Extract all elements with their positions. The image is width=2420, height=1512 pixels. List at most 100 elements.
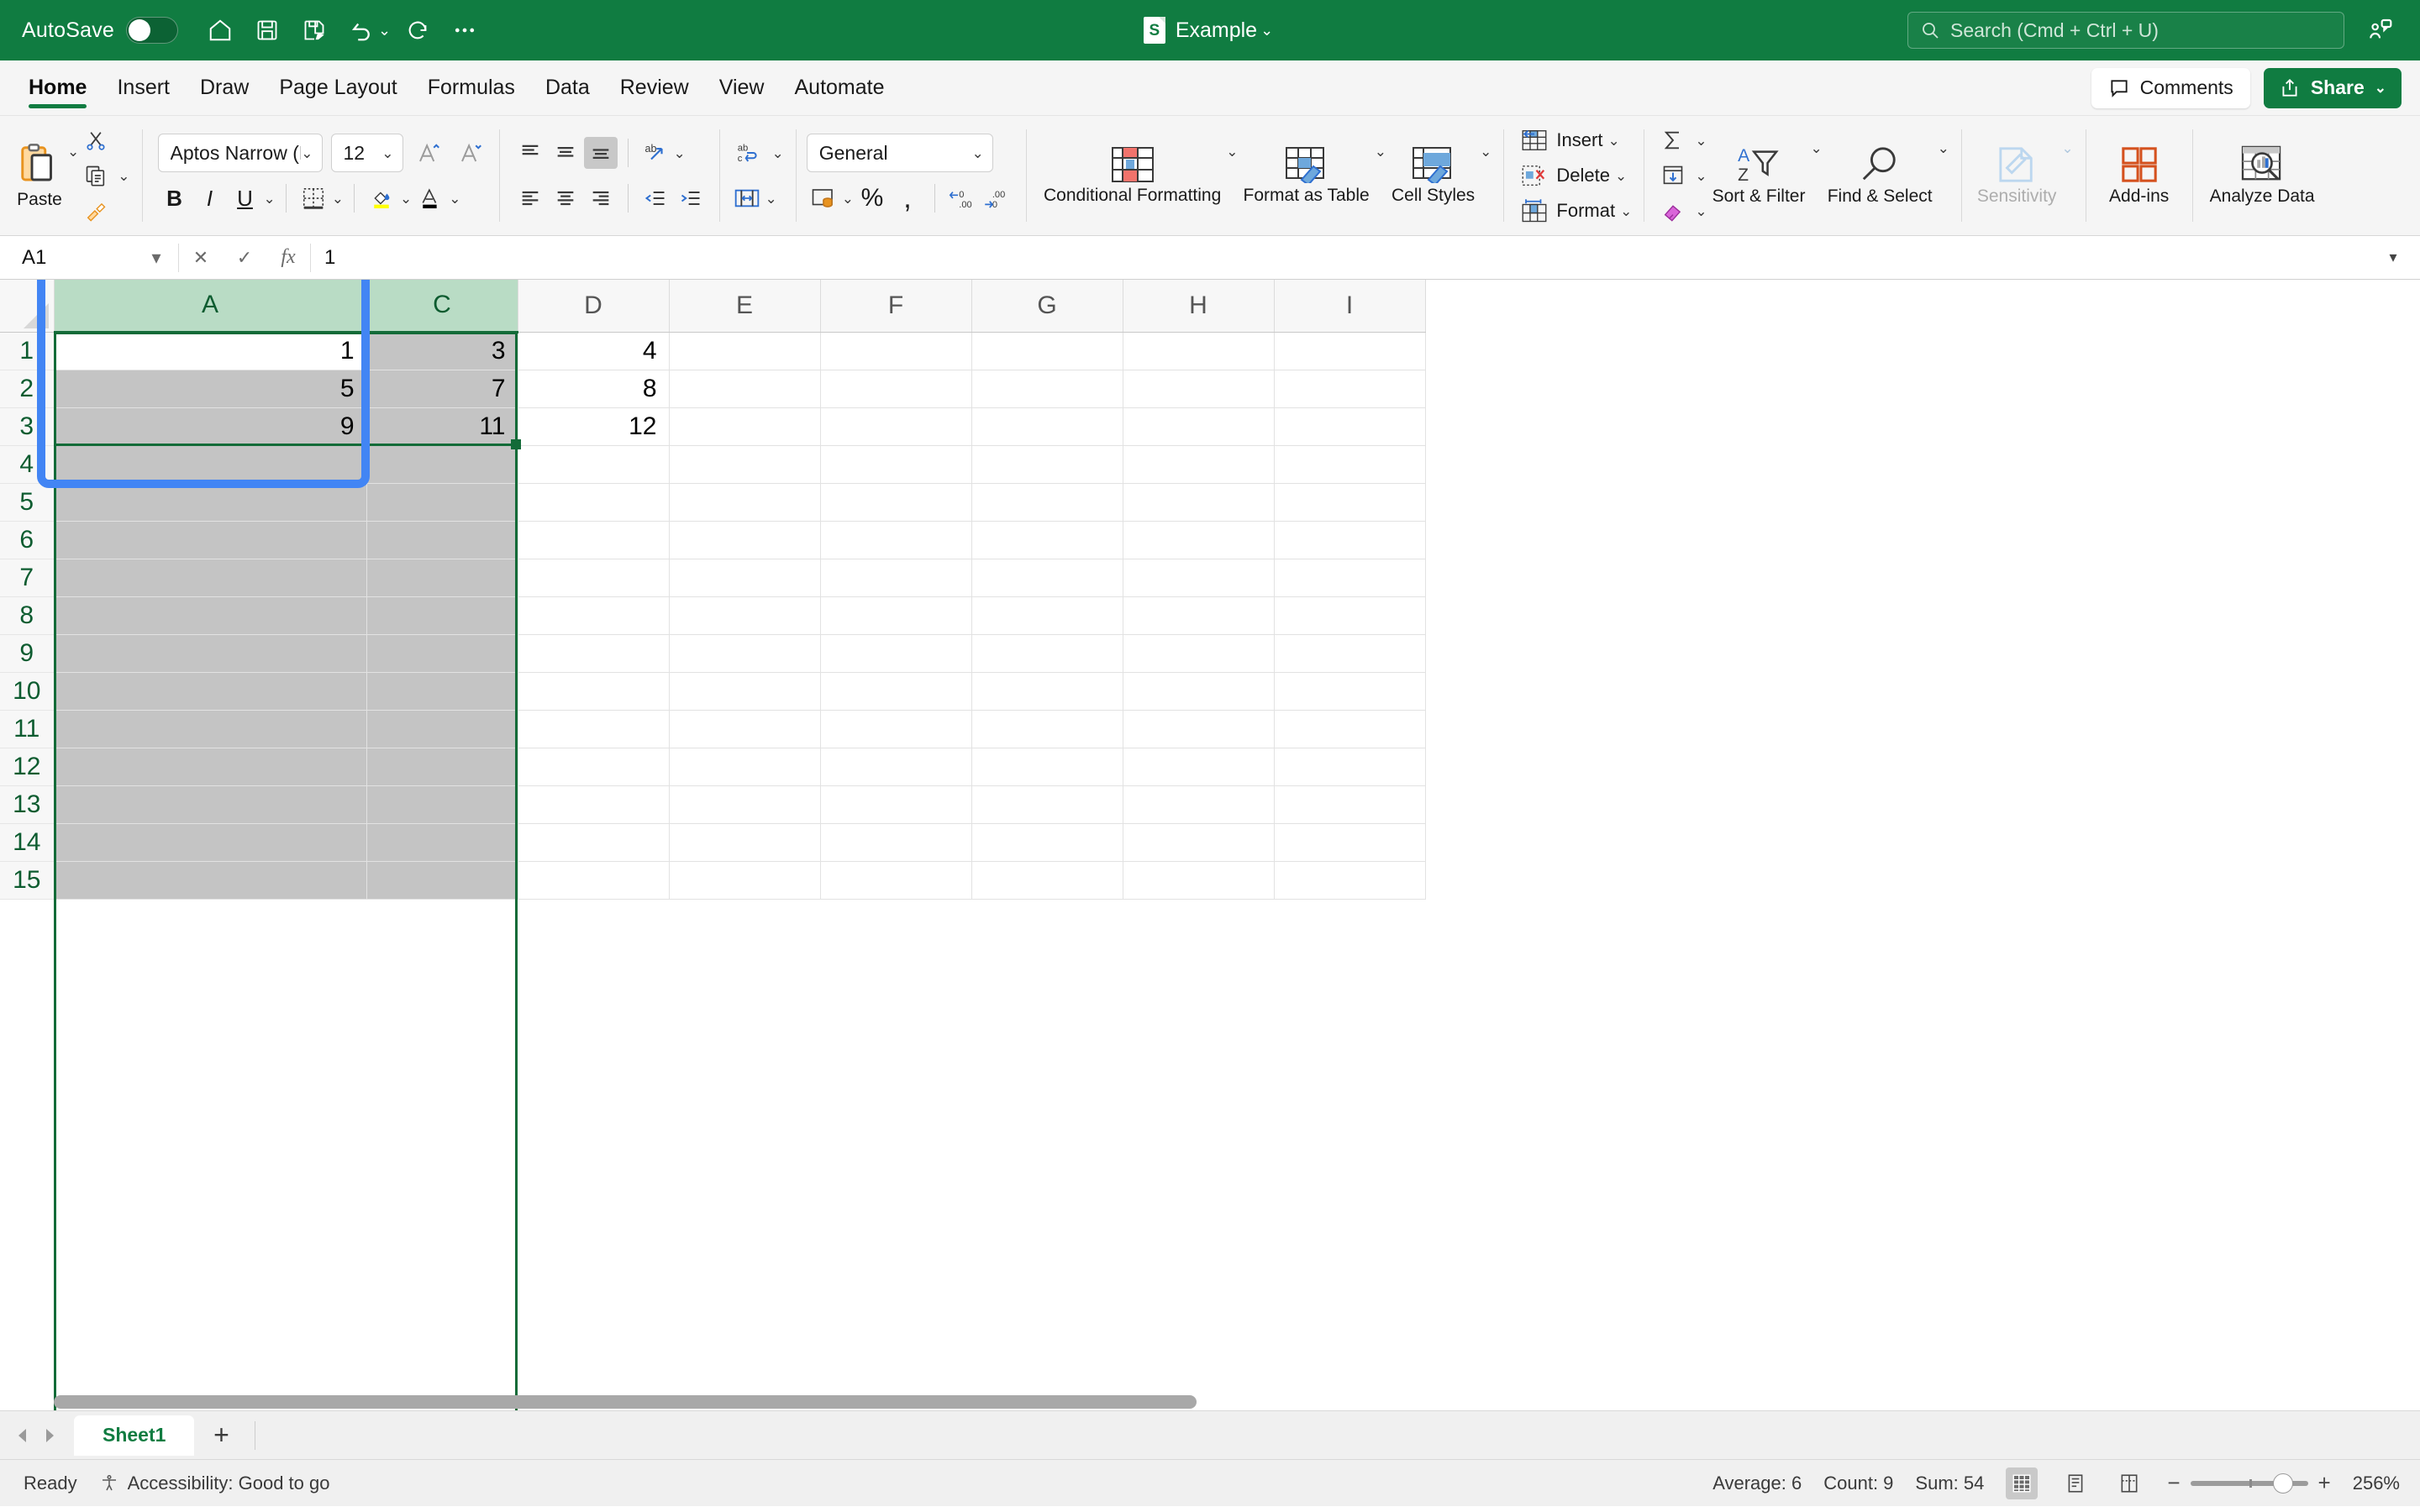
percent-style-button[interactable]: % [855, 181, 889, 215]
grid-cell[interactable] [971, 785, 1123, 824]
delete-cells-chevron-down-icon[interactable]: ⌄ [1615, 169, 1627, 183]
add-ins-button[interactable]: Add-ins [2098, 123, 2181, 228]
row-header-8[interactable]: 8 [0, 596, 55, 635]
row-header-14[interactable]: 14 [0, 823, 55, 862]
autosum-button[interactable]: ⌄ [1656, 124, 1707, 156]
conditional-formatting-chevron-down-icon[interactable]: ⌄ [1226, 144, 1238, 159]
page-layout-view-button[interactable] [2060, 1467, 2091, 1499]
grid-cell[interactable] [1123, 861, 1275, 900]
cell-styles-button[interactable]: Cell Styles [1386, 123, 1480, 228]
grid-cell[interactable] [366, 634, 518, 673]
grid-cell[interactable] [1274, 445, 1426, 484]
format-cells-button[interactable]: Format ⌄ [1518, 195, 1632, 227]
grid-cell[interactable] [366, 596, 518, 635]
grid-cell[interactable] [820, 521, 972, 559]
autosum-chevron-down-icon[interactable]: ⌄ [1695, 134, 1707, 148]
comments-button[interactable]: Comments [2091, 67, 2250, 108]
increase-indent-icon[interactable] [674, 182, 708, 214]
copy-icon[interactable] [79, 160, 113, 192]
tab-data[interactable]: Data [530, 60, 605, 115]
tab-formulas[interactable]: Formulas [413, 60, 530, 115]
font-color-chevron-down-icon[interactable]: ⌄ [449, 192, 460, 206]
align-middle-icon[interactable] [549, 137, 582, 169]
zoom-in-button[interactable]: + [2318, 1470, 2331, 1496]
grid-cell[interactable] [820, 445, 972, 484]
grid-cell[interactable] [1274, 407, 1426, 446]
grid-cell[interactable] [820, 672, 972, 711]
align-right-icon[interactable] [584, 182, 618, 214]
accessibility-status[interactable]: Accessibility: Good to go [99, 1473, 330, 1494]
font-size-chevron-down-icon[interactable]: ⌄ [381, 146, 393, 160]
add-sheet-button[interactable]: + [199, 1415, 243, 1456]
grid-cell[interactable]: 3 [366, 332, 518, 370]
conditional-formatting-button[interactable]: Conditional Formatting [1039, 123, 1226, 228]
grid-cell[interactable] [669, 823, 821, 862]
find-select-button[interactable]: Find & Select [1823, 123, 1938, 228]
sheet-tab-sheet1[interactable]: Sheet1 [74, 1415, 195, 1456]
grid-cell[interactable] [669, 785, 821, 824]
row-header-12[interactable]: 12 [0, 748, 55, 786]
grid-cell[interactable] [54, 672, 367, 711]
grid-cell[interactable] [366, 521, 518, 559]
grid-cell[interactable] [820, 634, 972, 673]
grid-cell[interactable] [518, 748, 670, 786]
italic-button[interactable]: I [193, 181, 227, 215]
tab-insert[interactable]: Insert [102, 60, 185, 115]
grid-cell[interactable] [971, 483, 1123, 522]
grid-cell[interactable] [518, 483, 670, 522]
row-header-5[interactable]: 5 [0, 483, 55, 522]
row-header-2[interactable]: 2 [0, 370, 55, 408]
share-button[interactable]: Share ⌄ [2263, 67, 2402, 108]
grid-cell[interactable]: 8 [518, 370, 670, 408]
grid-cell[interactable]: 4 [518, 332, 670, 370]
grid-cell[interactable] [820, 407, 972, 446]
next-sheet-icon[interactable] [39, 1419, 60, 1452]
column-header-g[interactable]: G [971, 280, 1123, 333]
save-icon[interactable] [244, 7, 291, 54]
grid-cell[interactable] [54, 748, 367, 786]
sensitivity-button[interactable]: Sensitivity [1972, 123, 2062, 228]
sensitivity-chevron-down-icon[interactable]: ⌄ [2061, 141, 2073, 155]
grid-cell[interactable] [518, 521, 670, 559]
grid-cell[interactable]: 1 [54, 332, 367, 370]
select-all-button[interactable] [0, 280, 55, 333]
grid-cell[interactable] [1274, 559, 1426, 597]
name-box[interactable]: A1 [8, 241, 134, 275]
row-header-4[interactable]: 4 [0, 445, 55, 484]
more-options-icon[interactable] [441, 7, 488, 54]
zoom-slider-knob[interactable] [2272, 1473, 2293, 1494]
orientation-chevron-down-icon[interactable]: ⌄ [674, 146, 686, 160]
grid-cell[interactable] [669, 710, 821, 748]
copy-chevron-down-icon[interactable]: ⌄ [118, 169, 129, 183]
align-left-icon[interactable] [513, 182, 547, 214]
grid-cell[interactable] [1123, 559, 1275, 597]
grid-cell[interactable] [1123, 823, 1275, 862]
underline-chevron-down-icon[interactable]: ⌄ [264, 192, 276, 206]
font-name-chevron-down-icon[interactable]: ⌄ [301, 146, 313, 160]
fill-chevron-down-icon[interactable]: ⌄ [1695, 169, 1707, 183]
grid-cell[interactable] [820, 559, 972, 597]
sort-filter-chevron-down-icon[interactable]: ⌄ [1810, 141, 1822, 155]
grid-cell[interactable] [366, 861, 518, 900]
grid-cell[interactable] [1274, 748, 1426, 786]
grid-cell[interactable] [1123, 785, 1275, 824]
grid-cell[interactable] [820, 785, 972, 824]
row-header-3[interactable]: 3 [0, 407, 55, 446]
insert-cells-button[interactable]: Insert ⌄ [1518, 124, 1632, 156]
tab-automate[interactable]: Automate [779, 60, 899, 115]
grid-cell[interactable]: 11 [366, 407, 518, 446]
clear-button[interactable]: ⌄ [1656, 195, 1707, 227]
grid-cell[interactable] [971, 634, 1123, 673]
eraser-icon[interactable] [1656, 195, 1690, 227]
formula-input[interactable]: 1 [311, 241, 2375, 275]
cancel-formula-icon[interactable]: ✕ [179, 241, 223, 275]
comma-style-button[interactable]: , [891, 181, 924, 215]
autosum-icon[interactable] [1656, 124, 1690, 156]
grid-cell[interactable] [366, 445, 518, 484]
zoom-slider[interactable]: − + [2167, 1470, 2330, 1496]
zoom-level[interactable]: 256% [2353, 1473, 2400, 1494]
grid-cell[interactable] [54, 445, 367, 484]
grid-cell[interactable] [54, 483, 367, 522]
grid-cell[interactable] [669, 596, 821, 635]
bold-button[interactable]: B [158, 181, 192, 215]
